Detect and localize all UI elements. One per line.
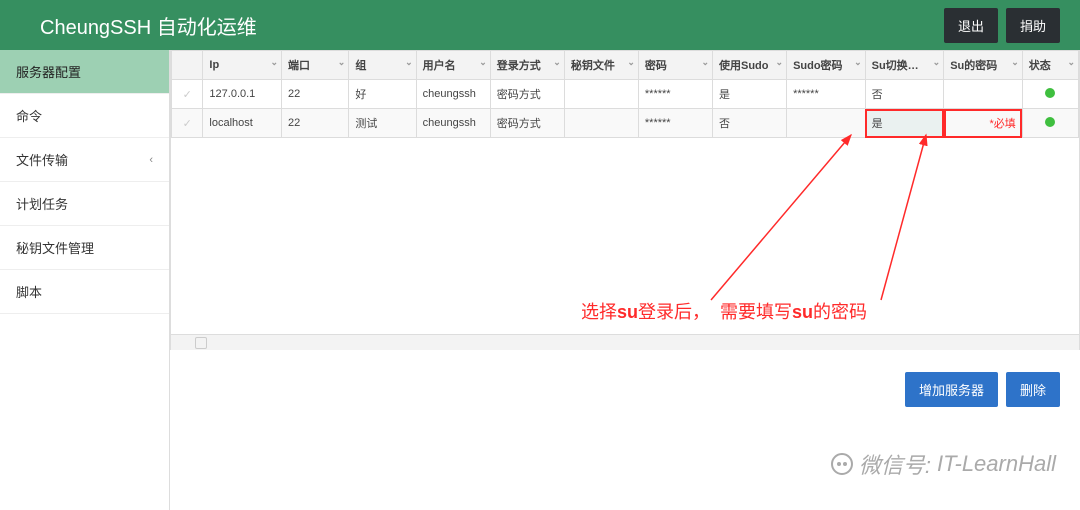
sort-icon: ⌄	[701, 57, 709, 68]
col-port[interactable]: 端口⌄	[281, 51, 348, 80]
sidebar-item-file-transfer[interactable]: 文件传输 ‹	[0, 138, 169, 182]
cell-group[interactable]: 测试	[349, 109, 416, 138]
col-sudopwd[interactable]: Sudo密码⌄	[787, 51, 866, 80]
h-scrollbar[interactable]	[171, 334, 1079, 350]
cell-pwd[interactable]: ******	[638, 80, 712, 109]
cell-status	[1022, 80, 1078, 109]
sort-icon: ⌄	[553, 57, 561, 68]
cell-usesudo[interactable]: 是	[712, 80, 786, 109]
sort-icon: ⌄	[1067, 57, 1075, 68]
annotation-text: 选择su登录后， 需要填写su的密码	[581, 298, 867, 324]
sort-icon: ⌄	[627, 57, 635, 68]
add-server-button[interactable]: 增加服务器	[905, 372, 998, 407]
cell-keyfile[interactable]	[564, 80, 638, 109]
cell-login[interactable]: 密码方式	[490, 109, 564, 138]
cell-user[interactable]: cheungssh	[416, 109, 490, 138]
cell-port[interactable]: 22	[281, 80, 348, 109]
col-check[interactable]	[172, 51, 203, 80]
sidebar-item-label: 服务器配置	[16, 62, 81, 81]
col-usesudo[interactable]: 使用Sudo⌄	[712, 51, 786, 80]
sidebar-item-command[interactable]: 命令	[0, 94, 169, 138]
cell-sudopwd[interactable]: ******	[787, 80, 866, 109]
sidebar-item-script[interactable]: 脚本	[0, 270, 169, 314]
col-supwd[interactable]: Su的密码⌄	[944, 51, 1023, 80]
sidebar-item-label: 脚本	[16, 282, 42, 301]
sidebar-item-label: 命令	[16, 106, 42, 125]
cell-usesudo[interactable]: 否	[712, 109, 786, 138]
cell-port[interactable]: 22	[281, 109, 348, 138]
cell-user[interactable]: cheungssh	[416, 80, 490, 109]
sort-icon: ⌄	[405, 57, 413, 68]
col-user[interactable]: 用户名⌄	[416, 51, 490, 80]
footer-buttons: 增加服务器 删除	[170, 350, 1080, 407]
main-area: Ip⌄ 端口⌄ 组⌄ 用户名⌄ 登录方式⌄ 秘钥文件⌄ 密码⌄ 使用Sudo⌄ …	[170, 50, 1080, 510]
col-suswitch[interactable]: Su切换…⌄	[865, 51, 944, 80]
table-header-row: Ip⌄ 端口⌄ 组⌄ 用户名⌄ 登录方式⌄ 秘钥文件⌄ 密码⌄ 使用Sudo⌄ …	[172, 51, 1079, 80]
cell-supwd[interactable]: *必填	[944, 109, 1023, 138]
sort-icon: ⌄	[933, 57, 941, 68]
cell-group[interactable]: 好	[349, 80, 416, 109]
app-title: CheungSSH 自动化运维	[40, 11, 257, 40]
sort-icon: ⌄	[479, 57, 487, 68]
sort-icon: ⌄	[270, 57, 278, 68]
cell-status	[1022, 109, 1078, 138]
status-dot-icon	[1045, 88, 1055, 98]
col-login[interactable]: 登录方式⌄	[490, 51, 564, 80]
sidebar-item-schedule[interactable]: 计划任务	[0, 182, 169, 226]
cell-ip[interactable]: 127.0.0.1	[203, 80, 282, 109]
sort-icon: ⌄	[776, 57, 784, 68]
topbar: CheungSSH 自动化运维 退出 捐助	[0, 0, 1080, 50]
server-grid: Ip⌄ 端口⌄ 组⌄ 用户名⌄ 登录方式⌄ 秘钥文件⌄ 密码⌄ 使用Sudo⌄ …	[170, 50, 1080, 350]
sidebar-item-label: 秘钥文件管理	[16, 238, 94, 257]
wechat-icon	[831, 453, 853, 475]
col-pwd[interactable]: 密码⌄	[638, 51, 712, 80]
cell-login[interactable]: 密码方式	[490, 80, 564, 109]
donate-button[interactable]: 捐助	[1006, 8, 1060, 43]
cell-pwd[interactable]: ******	[638, 109, 712, 138]
cell-sudopwd[interactable]	[787, 109, 866, 138]
sidebar-item-server-config[interactable]: 服务器配置	[0, 50, 169, 94]
sort-icon: ⌄	[854, 57, 862, 68]
col-status[interactable]: 状态⌄	[1022, 51, 1078, 80]
cell-ip[interactable]: localhost	[203, 109, 282, 138]
row-check[interactable]: ✓	[172, 109, 203, 138]
watermark: 微信号: IT-LearnHall	[831, 448, 1056, 480]
cell-supwd[interactable]	[944, 80, 1023, 109]
sidebar-item-label: 计划任务	[16, 194, 68, 213]
col-ip[interactable]: Ip⌄	[203, 51, 282, 80]
chevron-left-icon: ‹	[149, 154, 153, 166]
sidebar-item-keyfile[interactable]: 秘钥文件管理	[0, 226, 169, 270]
sidebar-item-label: 文件传输	[16, 150, 68, 169]
scroll-left-icon[interactable]	[195, 337, 207, 349]
sort-icon: ⌄	[1011, 57, 1019, 68]
col-keyfile[interactable]: 秘钥文件⌄	[564, 51, 638, 80]
col-group[interactable]: 组⌄	[349, 51, 416, 80]
sidebar: 服务器配置 命令 文件传输 ‹ 计划任务 秘钥文件管理 脚本	[0, 50, 170, 510]
status-dot-icon	[1045, 117, 1055, 127]
cell-keyfile[interactable]	[564, 109, 638, 138]
row-check[interactable]: ✓	[172, 80, 203, 109]
server-table: Ip⌄ 端口⌄ 组⌄ 用户名⌄ 登录方式⌄ 秘钥文件⌄ 密码⌄ 使用Sudo⌄ …	[171, 50, 1079, 138]
delete-button[interactable]: 删除	[1006, 372, 1060, 407]
cell-suswitch[interactable]: 是	[865, 109, 944, 138]
logout-button[interactable]: 退出	[944, 8, 998, 43]
table-row[interactable]: ✓127.0.0.122好cheungssh密码方式******是******否	[172, 80, 1079, 109]
cell-suswitch[interactable]: 否	[865, 80, 944, 109]
table-row[interactable]: ✓localhost22测试cheungssh密码方式 ******否 是*必填	[172, 109, 1079, 138]
sort-icon: ⌄	[338, 57, 346, 68]
